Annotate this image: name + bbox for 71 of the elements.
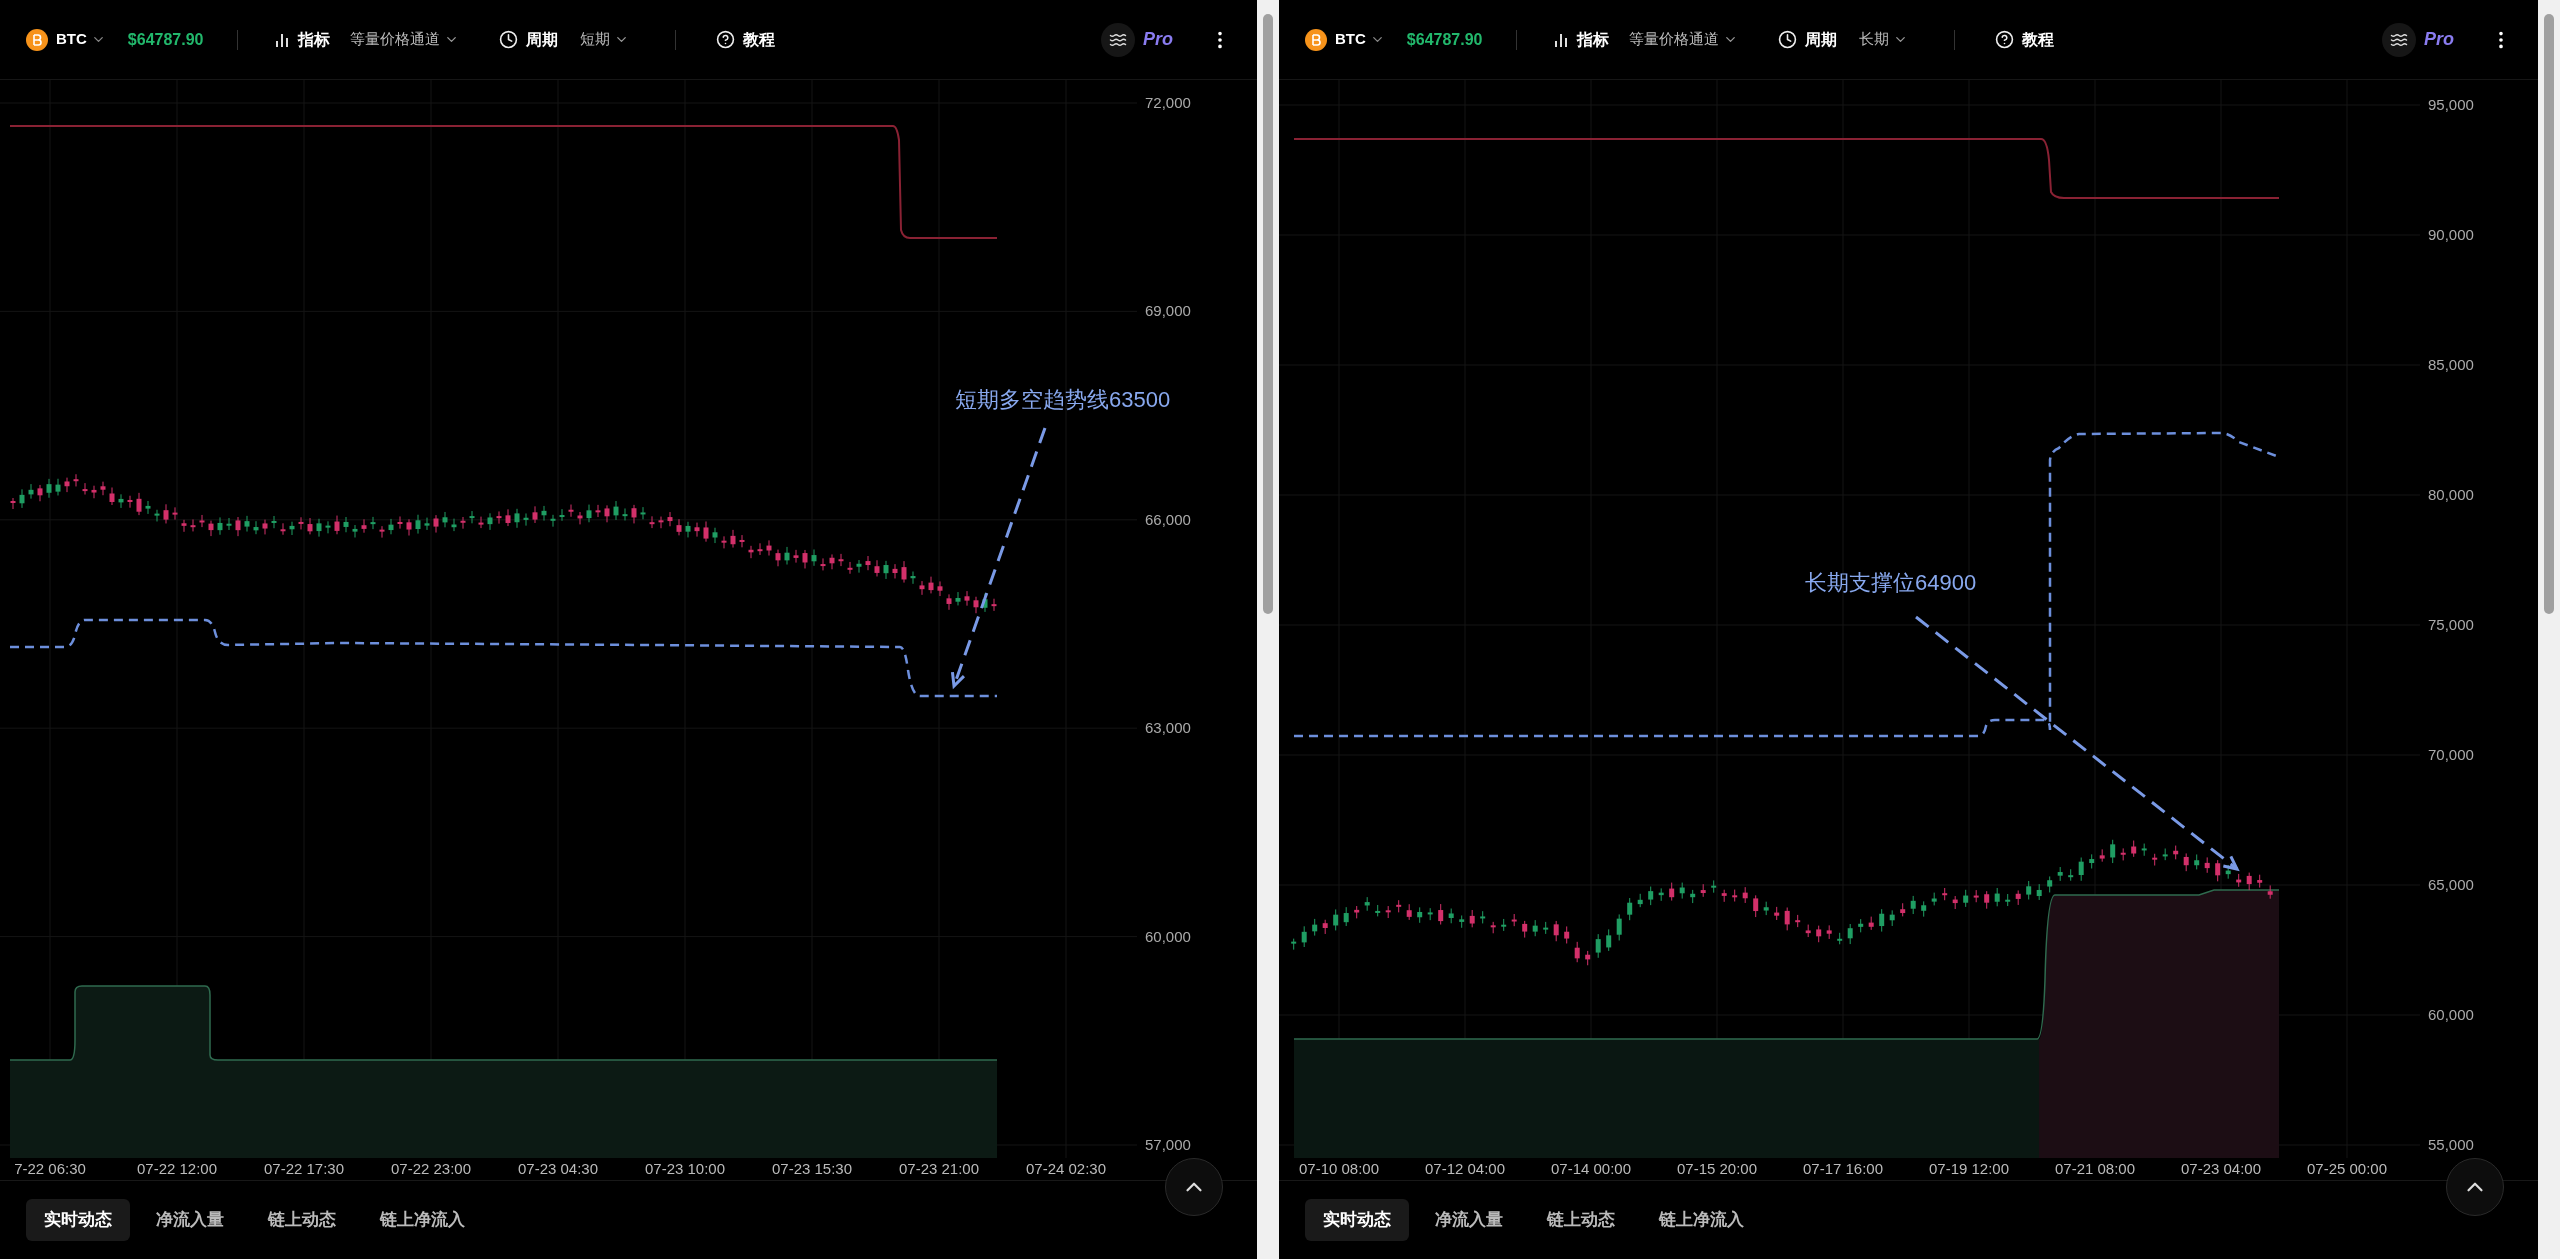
annotation-text: 短期多空趋势线63500 <box>955 386 1171 414</box>
y-axis-label: 60,000 <box>1145 926 1192 947</box>
x-axis-label: 7-22 06:30 <box>13 1158 87 1179</box>
y-axis-label: 65,000 <box>2428 875 2475 895</box>
y-axis-label: 70,000 <box>2428 745 2475 765</box>
x-axis-label: 07-22 12:00 <box>135 1158 219 1179</box>
coin-icon <box>26 28 48 51</box>
indicator-dropdown[interactable]: 等量价格通道 <box>1629 28 1739 51</box>
pro-label[interactable]: Pro <box>1143 26 1173 53</box>
pro-label[interactable]: Pro <box>2424 26 2454 53</box>
scrollbar[interactable] <box>1257 0 1279 1259</box>
y-axis-label: 55,000 <box>2428 1135 2475 1155</box>
indicator-dropdown[interactable]: 等量价格通道 <box>350 28 460 51</box>
x-axis-label: 07-15 20:00 <box>1675 1158 1759 1179</box>
bottom-tab[interactable]: 实时动态 <box>1305 1199 1409 1241</box>
period-label: 周期 <box>1805 29 1838 50</box>
y-axis-label: 72,000 <box>1145 93 1192 113</box>
scrollbar[interactable] <box>2538 0 2560 1259</box>
bottom-tab[interactable]: 链上净流入 <box>1641 1199 1762 1241</box>
asset-selector[interactable]: BTC <box>1335 28 1385 51</box>
period-label: 周期 <box>526 29 559 50</box>
x-axis-label: 07-21 08:00 <box>2053 1158 2137 1179</box>
x-axis-label: 07-23 10:00 <box>643 1158 727 1179</box>
pro-icon-badge[interactable] <box>1101 22 1135 57</box>
x-axis-label: 07-10 08:00 <box>1297 1158 1381 1179</box>
bar-chart-icon <box>274 31 291 48</box>
indicator-label: 指标 <box>298 29 331 50</box>
x-axis-label: 07-22 23:00 <box>389 1158 473 1179</box>
bottom-tab[interactable]: 链上动态 <box>1529 1199 1633 1241</box>
help-icon <box>1995 30 2015 49</box>
coin-icon <box>1305 28 1327 51</box>
x-axis-label: 07-19 12:00 <box>1927 1158 2011 1179</box>
y-axis-label: 85,000 <box>2428 355 2475 375</box>
y-axis-label: 66,000 <box>1145 509 1192 530</box>
y-axis-label: 69,000 <box>1145 301 1192 322</box>
tutorial-link[interactable]: 教程 <box>2022 27 2055 52</box>
x-axis-label: 07-25 00:00 <box>2305 1158 2389 1179</box>
bottom-tab[interactable]: 链上动态 <box>250 1199 354 1241</box>
tutorial-link[interactable]: 教程 <box>743 27 776 52</box>
y-axis-label: 80,000 <box>2428 485 2475 505</box>
y-axis-label: 90,000 <box>2428 225 2475 245</box>
y-axis-label: 60,000 <box>2428 1005 2475 1025</box>
x-axis-label: 07-23 21:00 <box>897 1158 981 1179</box>
price-text: $64787.90 <box>1406 29 1483 50</box>
bottom-tab[interactable]: 链上净流入 <box>362 1199 483 1241</box>
price-text: $64787.90 <box>127 29 204 50</box>
annotation-text: 长期支撑位64900 <box>1805 569 1977 597</box>
bottom-tab[interactable]: 实时动态 <box>26 1199 130 1241</box>
bottom-tab[interactable]: 净流入量 <box>1417 1199 1521 1241</box>
y-axis-label: 75,000 <box>2428 615 2475 635</box>
clock-icon <box>1778 30 1798 49</box>
x-axis-label: 07-24 02:30 <box>1024 1158 1108 1179</box>
y-axis-label: 95,000 <box>2428 95 2475 115</box>
x-axis-label: 07-22 17:30 <box>262 1158 346 1179</box>
x-axis-label: 07-14 00:00 <box>1549 1158 1633 1179</box>
indicator-label: 指标 <box>1577 29 1610 50</box>
x-axis-label: 07-12 04:00 <box>1423 1158 1507 1179</box>
help-icon <box>716 30 736 49</box>
period-dropdown[interactable]: 短期 <box>580 28 630 51</box>
x-axis-label: 07-23 15:30 <box>770 1158 854 1179</box>
period-dropdown[interactable]: 长期 <box>1859 28 1909 51</box>
y-axis-label: 63,000 <box>1145 718 1192 739</box>
x-axis-label: 07-23 04:00 <box>2179 1158 2263 1179</box>
asset-selector[interactable]: BTC <box>56 28 106 51</box>
x-axis-label: 07-23 04:30 <box>516 1158 600 1179</box>
pro-icon-badge[interactable] <box>2382 22 2416 57</box>
clock-icon <box>499 30 519 49</box>
bottom-tab[interactable]: 净流入量 <box>138 1199 242 1241</box>
y-axis-label: 57,000 <box>1145 1134 1192 1155</box>
bar-chart-icon <box>1553 31 1570 48</box>
x-axis-label: 07-17 16:00 <box>1801 1158 1885 1179</box>
